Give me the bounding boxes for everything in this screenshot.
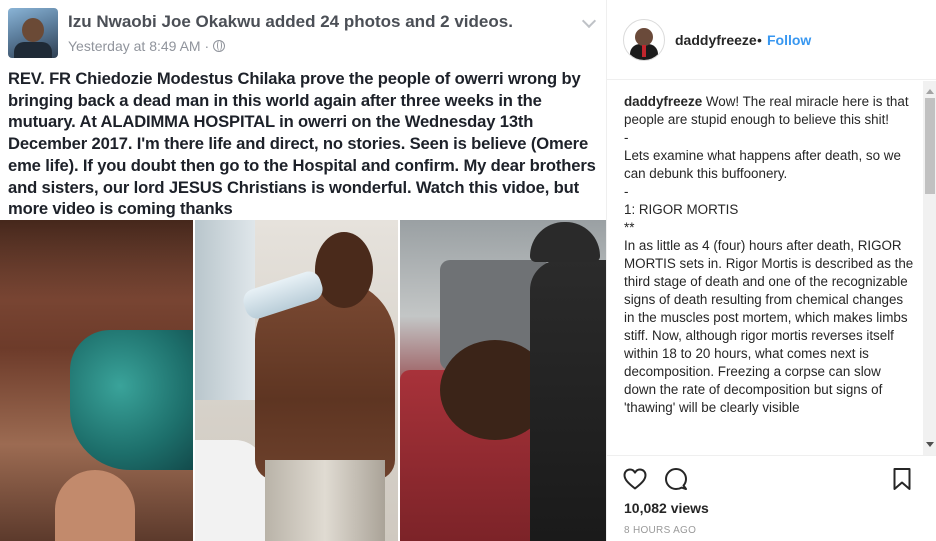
follow-button[interactable]: Follow [767, 32, 811, 48]
post-actions: 10,082 views 8 HOURS AGO [607, 455, 936, 541]
chevron-down-icon [581, 13, 597, 29]
caption-username[interactable]: daddyfreeze [624, 94, 702, 109]
facebook-avatar [8, 8, 58, 58]
facebook-author-line: Izu Nwaobi Joe Okakwu added 24 photos an… [68, 12, 513, 31]
facebook-timestamp: Yesterday at 8:49 AM · [68, 38, 210, 54]
comments-area[interactable]: daddyfreeze Wow! The real miracle here i… [607, 81, 936, 455]
post-image: Izu Nwaobi Joe Okakwu added 24 photos an… [0, 0, 606, 541]
username-link[interactable]: daddyfreeze [675, 32, 757, 48]
facebook-post-body: REV. FR Chiedozie Modestus Chilaka prove… [8, 69, 596, 219]
photo-collage [0, 220, 606, 541]
heart-icon[interactable] [622, 466, 648, 492]
post-header: daddyfreeze • Follow [607, 0, 936, 80]
comment-icon[interactable] [663, 466, 689, 492]
avatar[interactable] [623, 19, 665, 61]
separator-dot: • [757, 32, 762, 48]
photo-right [400, 220, 606, 541]
caption-text: Wow! The real miracle here is that peopl… [624, 94, 914, 415]
scroll-down-arrow[interactable] [926, 442, 934, 447]
scroll-up-arrow[interactable] [926, 89, 934, 94]
facebook-post-header: Izu Nwaobi Joe Okakwu added 24 photos an… [0, 0, 606, 64]
post-time[interactable]: 8 HOURS AGO [624, 525, 696, 536]
facebook-timestamp-line: Yesterday at 8:49 AM · [68, 38, 226, 54]
photo-center [195, 220, 398, 541]
view-count[interactable]: 10,082 views [624, 500, 709, 516]
post-caption: daddyfreeze Wow! The real miracle here i… [624, 93, 916, 417]
globe-icon [213, 40, 226, 52]
scrollbar-thumb[interactable] [925, 98, 935, 194]
photo-left [0, 220, 193, 541]
bookmark-icon[interactable] [889, 466, 915, 492]
instagram-sidebar: daddyfreeze • Follow daddyfreeze Wow! Th… [606, 0, 936, 541]
